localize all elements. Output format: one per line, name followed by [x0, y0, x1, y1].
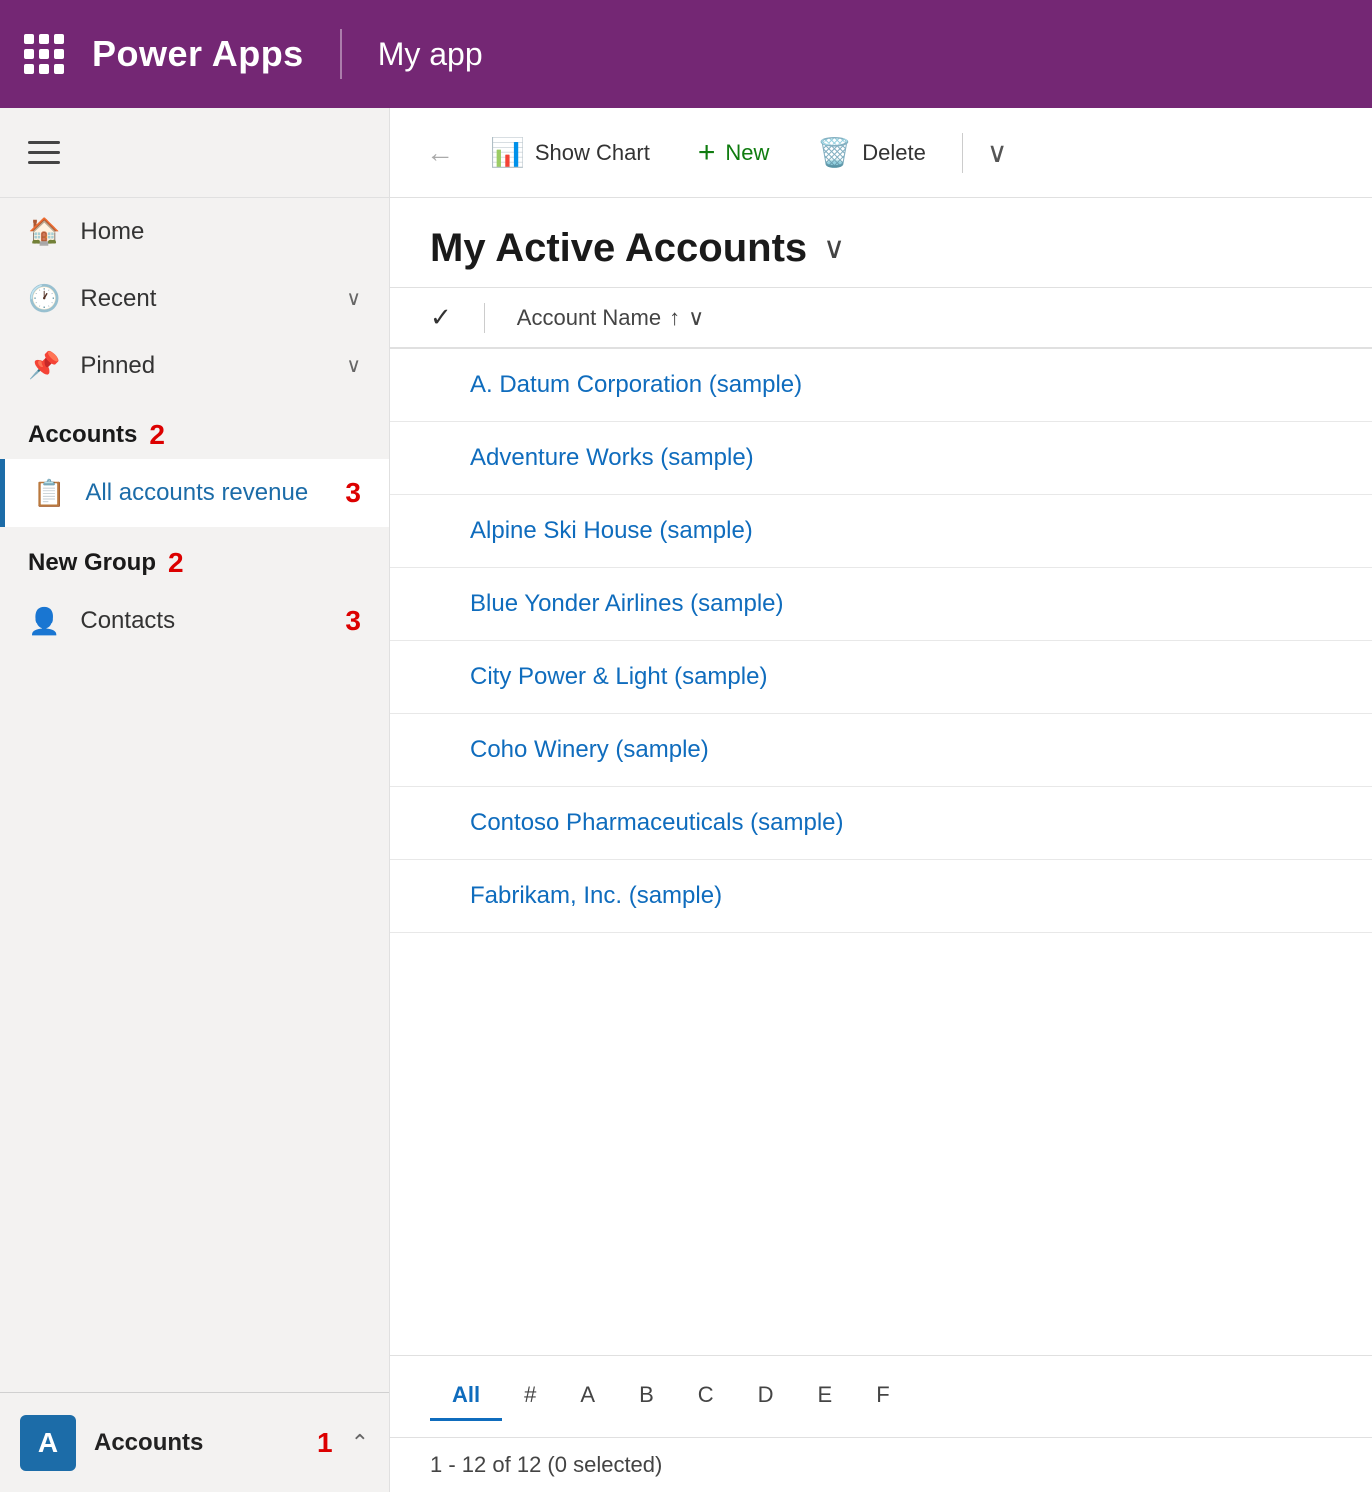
toolbar-separator — [962, 133, 963, 173]
accounts-section-badge: 2 — [149, 419, 165, 451]
account-link[interactable]: A. Datum Corporation (sample) — [470, 371, 802, 398]
account-link[interactable]: Blue Yonder Airlines (sample) — [470, 590, 784, 617]
table-row[interactable]: Coho Winery (sample) — [390, 714, 1372, 787]
new-group-section-header: New Group 2 — [0, 527, 389, 587]
table-row[interactable]: Blue Yonder Airlines (sample) — [390, 568, 1372, 641]
app-grid-icon[interactable] — [24, 34, 64, 74]
table-list: A. Datum Corporation (sample) Adventure … — [390, 349, 1372, 1355]
account-link[interactable]: Contoso Pharmaceuticals (sample) — [470, 809, 844, 836]
table-row[interactable]: Fabrikam, Inc. (sample) — [390, 860, 1372, 933]
filter-a[interactable]: A — [558, 1372, 617, 1421]
contacts-icon: 👤 — [28, 606, 60, 637]
view-title: My Active Accounts — [430, 226, 807, 271]
sidebar-bottom[interactable]: A Accounts 1 ⌃ — [0, 1392, 389, 1492]
sidebar-bottom-badge: 1 — [317, 1427, 333, 1459]
filter-bar: All # A B C D E F — [390, 1355, 1372, 1437]
recent-icon: 🕐 — [28, 283, 60, 314]
show-chart-label: Show Chart — [535, 140, 650, 166]
recent-chevron-icon: ∨ — [346, 286, 361, 311]
hamburger-menu-button[interactable] — [28, 141, 60, 164]
status-text: 1 - 12 of 12 (0 selected) — [430, 1452, 662, 1477]
col-divider — [484, 303, 485, 333]
toolbar-more-button[interactable]: ∨ — [979, 128, 1016, 177]
select-all-checkbox[interactable]: ✓ — [430, 302, 452, 333]
filter-c[interactable]: C — [676, 1372, 736, 1421]
sidebar-item-pinned[interactable]: 📌 Pinned ∨ — [0, 332, 389, 399]
sidebar-item-recent-label: Recent — [80, 285, 326, 313]
new-group-section-badge: 2 — [168, 547, 184, 579]
sidebar-bottom-chevron-icon[interactable]: ⌃ — [351, 1430, 369, 1456]
new-icon: + — [698, 136, 716, 170]
table-row[interactable]: A. Datum Corporation (sample) — [390, 349, 1372, 422]
sidebar-bottom-label: Accounts — [94, 1429, 299, 1457]
pinned-chevron-icon: ∨ — [346, 353, 361, 378]
sort-desc-icon[interactable]: ∨ — [688, 305, 704, 331]
back-button[interactable]: ← — [418, 129, 462, 177]
accounts-revenue-icon: 📋 — [33, 478, 65, 509]
account-link[interactable]: Fabrikam, Inc. (sample) — [470, 882, 722, 909]
contacts-badge: 3 — [345, 605, 361, 637]
home-icon: 🏠 — [28, 216, 60, 247]
table-row[interactable]: Alpine Ski House (sample) — [390, 495, 1372, 568]
account-name-col-label: Account Name — [517, 305, 661, 331]
filter-all[interactable]: All — [430, 1372, 502, 1421]
sidebar-item-recent[interactable]: 🕐 Recent ∨ — [0, 265, 389, 332]
pinned-icon: 📌 — [28, 350, 60, 381]
app-title: Power Apps — [92, 33, 304, 75]
chart-icon: 📊 — [490, 136, 525, 169]
filter-b[interactable]: B — [617, 1372, 676, 1421]
sidebar-item-contacts-label: Contacts — [80, 607, 325, 635]
filter-f[interactable]: F — [854, 1372, 911, 1421]
sidebar-item-home-label: Home — [80, 218, 361, 246]
topbar-divider — [340, 29, 342, 79]
app-name: My app — [378, 36, 483, 73]
all-accounts-revenue-badge: 3 — [345, 477, 361, 509]
accounts-section-label: Accounts — [28, 421, 137, 449]
delete-icon: 🗑️ — [817, 136, 852, 169]
sidebar-item-home[interactable]: 🏠 Home — [0, 198, 389, 265]
delete-button[interactable]: 🗑️ Delete — [797, 126, 945, 179]
sidebar-nav: 🏠 Home 🕐 Recent ∨ 📌 Pinned ∨ Accounts 2 — [0, 198, 389, 1392]
account-name-col-header: Account Name ↑ ∨ — [517, 305, 704, 331]
sidebar-item-contacts[interactable]: 👤 Contacts 3 — [0, 587, 389, 655]
table-header: ✓ Account Name ↑ ∨ — [390, 287, 1372, 349]
table-row[interactable]: City Power & Light (sample) — [390, 641, 1372, 714]
filter-e[interactable]: E — [796, 1372, 855, 1421]
sidebar-item-all-accounts-revenue-label: All accounts revenue — [85, 479, 325, 507]
content-toolbar: ← 📊 Show Chart + New 🗑️ Delete ∨ — [390, 108, 1372, 198]
main-layout: 🏠 Home 🕐 Recent ∨ 📌 Pinned ∨ Accounts 2 — [0, 108, 1372, 1492]
main-content: ← 📊 Show Chart + New 🗑️ Delete ∨ My Acti… — [390, 108, 1372, 1492]
account-link[interactable]: Alpine Ski House (sample) — [470, 517, 753, 544]
top-bar: Power Apps My app — [0, 0, 1372, 108]
view-title-bar: My Active Accounts ∨ — [390, 198, 1372, 287]
new-group-section-label: New Group — [28, 549, 156, 577]
table-row[interactable]: Adventure Works (sample) — [390, 422, 1372, 495]
avatar: A — [20, 1415, 76, 1471]
account-link[interactable]: Adventure Works (sample) — [470, 444, 754, 471]
account-link[interactable]: Coho Winery (sample) — [470, 736, 709, 763]
sidebar-item-all-accounts-revenue[interactable]: 📋 All accounts revenue 3 — [0, 459, 389, 527]
sidebar-item-pinned-label: Pinned — [80, 352, 326, 380]
filter-d[interactable]: D — [736, 1372, 796, 1421]
show-chart-button[interactable]: 📊 Show Chart — [470, 126, 670, 179]
delete-label: Delete — [862, 140, 926, 166]
sort-asc-icon[interactable]: ↑ — [669, 305, 680, 331]
sidebar-toolbar — [0, 108, 389, 198]
new-label: New — [725, 140, 769, 166]
filter-hash[interactable]: # — [502, 1372, 558, 1421]
table-row[interactable]: Contoso Pharmaceuticals (sample) — [390, 787, 1372, 860]
view-title-chevron-icon[interactable]: ∨ — [823, 231, 845, 266]
account-link[interactable]: City Power & Light (sample) — [470, 663, 767, 690]
status-bar: 1 - 12 of 12 (0 selected) — [390, 1437, 1372, 1492]
accounts-section-header: Accounts 2 — [0, 399, 389, 459]
new-button[interactable]: + New — [678, 126, 790, 180]
sidebar: 🏠 Home 🕐 Recent ∨ 📌 Pinned ∨ Accounts 2 — [0, 108, 390, 1492]
